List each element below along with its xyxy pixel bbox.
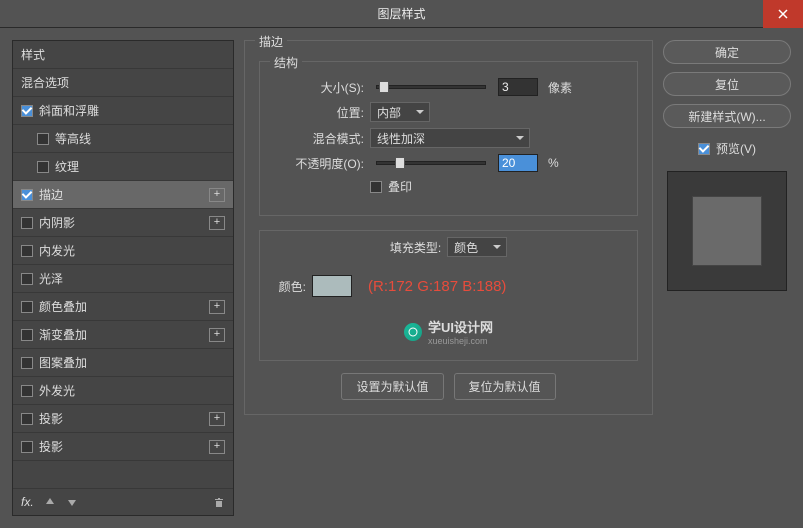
fill-type-label: 填充类型: [390,239,441,256]
sidebar-item-label: 投影 [39,438,63,455]
fill-type-select[interactable]: 颜色 [447,237,507,257]
sidebar-item-label: 投影 [39,410,63,427]
arrow-down-icon[interactable] [66,496,78,508]
close-icon [778,9,788,19]
rgb-annotation: (R:172 G:187 B:188) [368,278,506,295]
fill-fieldset: 填充类型: 颜色 颜色: (R:172 G:187 B:188) 学UI设计网 … [259,230,638,361]
add-effect-button[interactable]: + [209,188,225,202]
sidebar-item-10[interactable]: 外发光 [13,377,233,405]
sidebar-checkbox[interactable] [21,385,33,397]
sidebar-item-label: 等高线 [55,130,91,147]
sidebar-item-label: 渐变叠加 [39,326,87,343]
size-slider-thumb[interactable] [379,81,389,93]
stroke-fieldset: 描边 结构 大小(S): 像素 位置: 内部 混合模式: 线性加深 [244,40,653,415]
opacity-slider[interactable] [376,161,486,165]
sidebar-checkbox[interactable] [37,161,49,173]
sidebar-item-11[interactable]: 投影 + [13,405,233,433]
opacity-input[interactable] [498,154,538,172]
close-button[interactable] [763,0,803,28]
color-label: 颜色: [274,278,306,295]
sidebar-item-label: 纹理 [55,158,79,175]
sidebar-checkbox[interactable] [21,105,33,117]
sidebar-checkbox[interactable] [21,357,33,369]
sidebar-item-7[interactable]: 颜色叠加 + [13,293,233,321]
reset-default-button[interactable]: 复位为默认值 [454,373,556,400]
fx-icon[interactable]: fx. [21,495,34,509]
sidebar-item-0[interactable]: 斜面和浮雕 [13,97,233,125]
sidebar-item-2[interactable]: 纹理 [13,153,233,181]
sidebar-checkbox[interactable] [21,189,33,201]
preview-label: 预览(V) [716,140,756,157]
stroke-legend: 描边 [255,33,287,50]
window-title: 图层样式 [377,5,425,22]
watermark-icon [404,323,422,341]
ok-button[interactable]: 确定 [663,40,791,64]
sidebar-blending-header[interactable]: 混合选项 [13,69,233,97]
sidebar-item-5[interactable]: 内发光 [13,237,233,265]
sidebar-item-4[interactable]: 内阴影 + [13,209,233,237]
size-input[interactable] [498,78,538,96]
size-slider[interactable] [376,85,486,89]
sidebar-checkbox[interactable] [21,217,33,229]
sidebar-item-label: 颜色叠加 [39,298,87,315]
add-effect-button[interactable]: + [209,328,225,342]
titlebar: 图层样式 [0,0,803,28]
right-panel: 确定 复位 新建样式(W)... 预览(V) [663,40,791,516]
size-unit: 像素 [548,79,572,96]
add-effect-button[interactable]: + [209,216,225,230]
watermark-sub: xueuisheji.com [428,336,493,346]
sidebar-checkbox[interactable] [21,273,33,285]
sidebar-item-label: 内阴影 [39,214,75,231]
opacity-label: 不透明度(O): [274,155,364,172]
watermark: 学UI设计网 xueuisheji.com [274,317,623,346]
preview-swatch [692,196,762,266]
sidebar-item-12[interactable]: 投影 + [13,433,233,461]
overprint-checkbox[interactable] [370,181,382,193]
overprint-label: 叠印 [388,178,412,195]
sidebar-checkbox[interactable] [21,301,33,313]
set-default-button[interactable]: 设置为默认值 [341,373,443,400]
sidebar-checkbox[interactable] [21,245,33,257]
sidebar-styles-header[interactable]: 样式 [13,41,233,69]
sidebar-item-label: 光泽 [39,270,63,287]
sidebar-item-label: 斜面和浮雕 [39,102,99,119]
add-effect-button[interactable]: + [209,440,225,454]
sidebar-checkbox[interactable] [21,329,33,341]
preview-box [667,171,787,291]
sidebar-checkbox[interactable] [21,441,33,453]
add-effect-button[interactable]: + [209,300,225,314]
sidebar-footer: fx. [13,489,233,515]
position-label: 位置: [274,104,364,121]
sidebar-item-3[interactable]: 描边 + [13,181,233,209]
new-style-button[interactable]: 新建样式(W)... [663,104,791,128]
arrow-up-icon[interactable] [44,496,56,508]
blend-mode-label: 混合模式: [274,130,364,147]
sidebar-item-label: 图案叠加 [39,354,87,371]
sidebar-item-label: 描边 [39,186,63,203]
size-label: 大小(S): [274,79,364,96]
sidebar-item-label: 外发光 [39,382,75,399]
opacity-slider-thumb[interactable] [395,157,405,169]
main-panel: 描边 结构 大小(S): 像素 位置: 内部 混合模式: 线性加深 [244,40,653,516]
position-select[interactable]: 内部 [370,102,430,122]
sidebar-item-9[interactable]: 图案叠加 [13,349,233,377]
sidebar-spacer [13,461,233,489]
color-swatch[interactable] [312,275,352,297]
sidebar-checkbox[interactable] [21,413,33,425]
watermark-text: 学UI设计网 [428,317,493,336]
sidebar-item-label: 内发光 [39,242,75,259]
sidebar-item-6[interactable]: 光泽 [13,265,233,293]
sidebar-item-1[interactable]: 等高线 [13,125,233,153]
structure-fieldset: 结构 大小(S): 像素 位置: 内部 混合模式: 线性加深 不透明度(O): [259,61,638,216]
styles-sidebar: 样式 混合选项 斜面和浮雕等高线纹理描边 + 内阴影 + 内发光光泽颜色叠加 + 渐变叠加 +… [12,40,234,516]
trash-icon[interactable] [213,496,225,508]
preview-checkbox[interactable] [698,143,710,155]
opacity-unit: % [548,156,559,170]
structure-legend: 结构 [270,54,302,71]
blend-mode-select[interactable]: 线性加深 [370,128,530,148]
add-effect-button[interactable]: + [209,412,225,426]
sidebar-checkbox[interactable] [37,133,49,145]
sidebar-item-8[interactable]: 渐变叠加 + [13,321,233,349]
reset-button[interactable]: 复位 [663,72,791,96]
